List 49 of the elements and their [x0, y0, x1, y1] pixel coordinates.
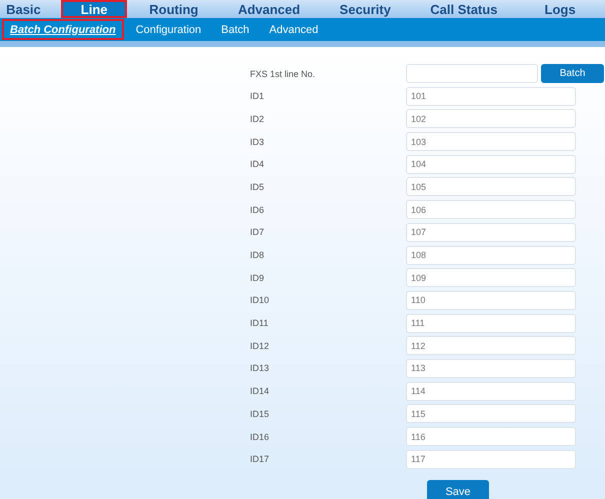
input-field[interactable]: 117 [406, 450, 576, 469]
input-field[interactable]: 110 [406, 290, 576, 310]
input-field[interactable]: 102 [406, 109, 576, 128]
sub-tab[interactable]: Batch [213, 19, 258, 40]
field-label: ID7 [250, 227, 266, 238]
field-label: ID11 [250, 318, 270, 328]
field-label: ID9 [250, 272, 266, 283]
input-field[interactable]: 116 [406, 427, 576, 446]
batch-button[interactable]: Batch [541, 64, 604, 83]
nav-tab[interactable]: Call Status [412, 0, 516, 18]
field-label: ID14 [250, 386, 270, 396]
sub-tab[interactable]: Configuration [128, 19, 210, 40]
input-field[interactable]: 113 [406, 358, 576, 378]
field-label: ID8 [250, 250, 266, 260]
save-button[interactable]: Save [427, 480, 489, 499]
input-field[interactable]: 107 [406, 222, 576, 242]
field-label: ID2 [250, 114, 266, 124]
input-field[interactable]: 115 [406, 404, 576, 424]
field-label: ID13 [250, 363, 270, 374]
nav-tab[interactable]: Routing [127, 0, 220, 18]
input-field[interactable] [406, 64, 538, 83]
input-field[interactable]: 103 [406, 132, 576, 152]
sub-tab[interactable]: Advanced [261, 19, 326, 40]
field-label: ID1 [250, 91, 266, 102]
field-label: ID12 [250, 340, 270, 351]
field-label: ID16 [250, 432, 270, 442]
nav-tab[interactable]: Basic [0, 0, 47, 18]
field-label: ID3 [250, 136, 266, 147]
input-field[interactable]: 108 [406, 246, 576, 264]
field-label: ID17 [250, 454, 270, 464]
field-label: ID10 [250, 295, 270, 306]
nav-tab[interactable]: Line [60, 0, 128, 18]
input-field[interactable]: 104 [406, 154, 576, 174]
input-field[interactable]: 111 [406, 314, 576, 333]
field-label: ID5 [250, 182, 266, 192]
input-field[interactable]: 101 [406, 86, 576, 106]
field-label: ID15 [250, 408, 270, 419]
field-label: ID4 [250, 159, 266, 170]
input-field[interactable]: 109 [406, 268, 576, 288]
sub-tab[interactable]: Batch Configuration [2, 19, 124, 40]
nav-tab[interactable]: Security [318, 0, 413, 18]
input-field[interactable]: 106 [406, 200, 576, 220]
nav-tab[interactable]: Logs [515, 0, 605, 18]
nav-tab[interactable]: Advanced [220, 0, 318, 18]
field-label: ID6 [250, 204, 266, 215]
input-field[interactable]: 105 [406, 177, 576, 196]
field-label: FXS 1st line No. [250, 68, 316, 78]
input-field[interactable]: 114 [406, 382, 576, 401]
input-field[interactable]: 112 [406, 336, 576, 356]
